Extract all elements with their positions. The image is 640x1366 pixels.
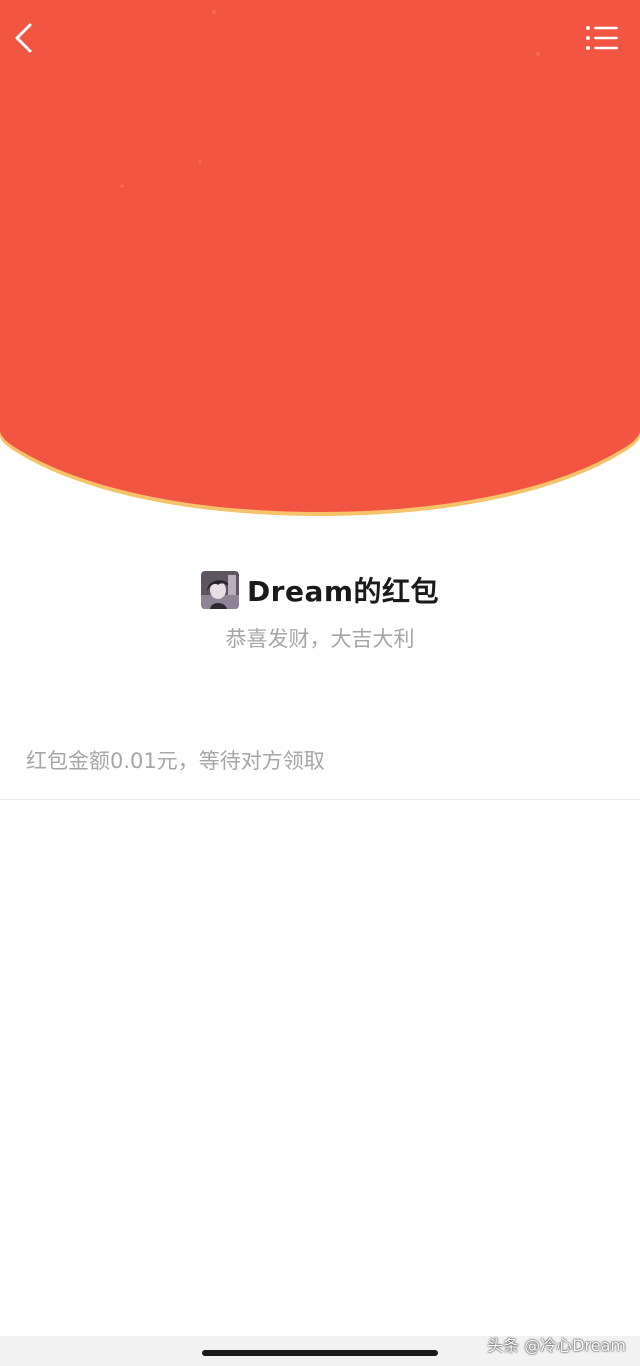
list-icon bbox=[586, 26, 618, 50]
red-packet-cover bbox=[0, 0, 640, 516]
red-packet-header bbox=[0, 0, 640, 540]
packet-status-text: 红包金额0.01元，等待对方领取 bbox=[26, 749, 325, 773]
back-button[interactable] bbox=[2, 16, 46, 60]
watermark-text: 头条 @冷心Dream bbox=[487, 1336, 626, 1355]
home-indicator[interactable] bbox=[202, 1350, 438, 1356]
greeting-text: 恭喜发财，大吉大利 bbox=[225, 627, 415, 651]
divider bbox=[0, 799, 640, 800]
avatar[interactable] bbox=[200, 571, 239, 609]
sender-title: Dream的红包 bbox=[246, 575, 440, 608]
avatar-image bbox=[200, 571, 239, 609]
red-packet-detail-page: Dream的红包 恭喜发财，大吉大利 红包金额0.01元，等待对方领取 头条 @… bbox=[0, 0, 640, 1366]
chevron-left-icon bbox=[15, 23, 32, 53]
menu-button[interactable] bbox=[580, 16, 624, 60]
sender-row: Dream的红包 bbox=[0, 568, 640, 612]
